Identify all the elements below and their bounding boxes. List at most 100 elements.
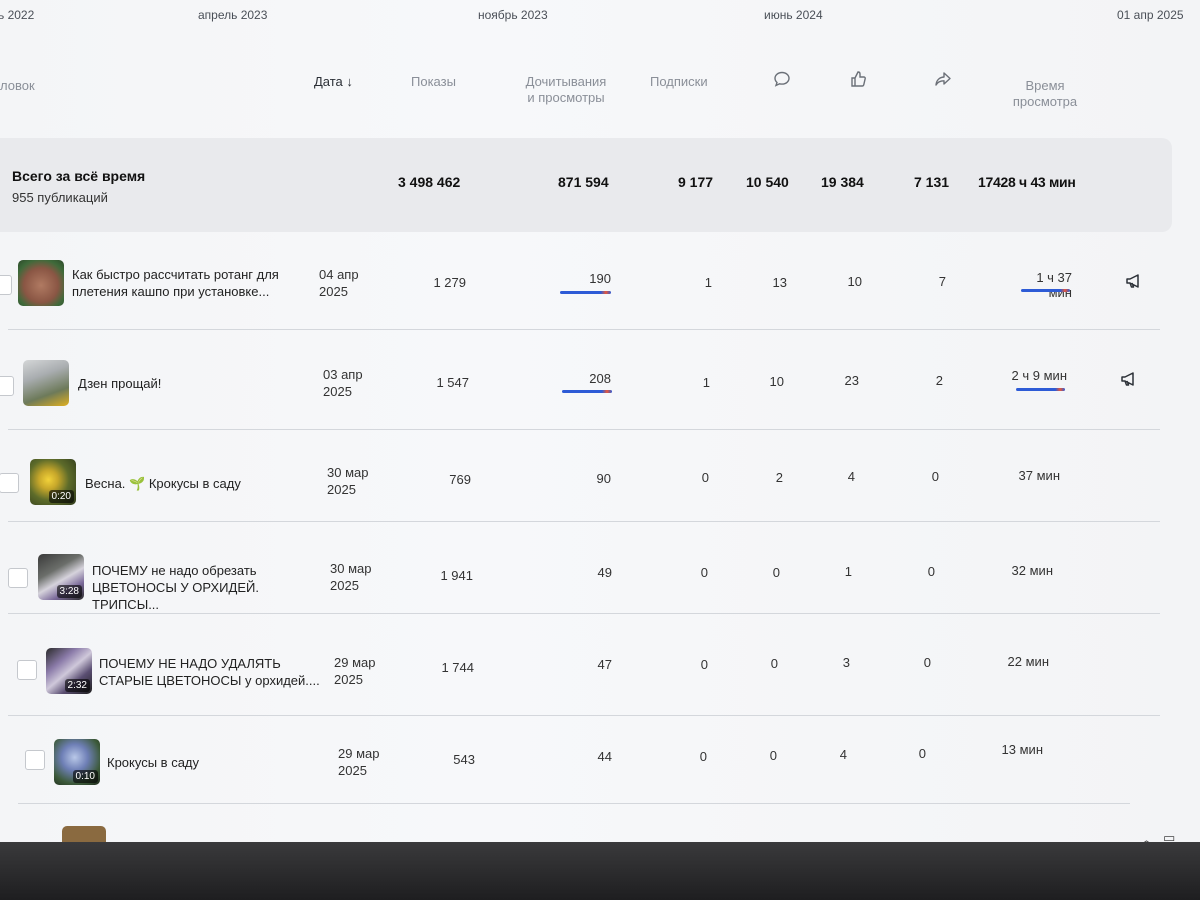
row-comments: 0 <box>770 656 778 671</box>
row-checkbox[interactable] <box>17 660 37 680</box>
row-comments: 0 <box>772 565 780 580</box>
share-arrow-icon <box>935 72 951 86</box>
row-shares: 0 <box>918 746 926 761</box>
totals-subscriptions: 9 177 <box>678 174 714 190</box>
row-divider <box>8 613 1160 614</box>
row-divider <box>18 803 1130 804</box>
table-row[interactable]: Как быстро рассчитать ротанг для плетени… <box>0 238 1200 334</box>
row-subscriptions: 0 <box>700 657 708 672</box>
timeline-end-label: 01 апр 2025 <box>1117 8 1184 22</box>
header-impressions[interactable]: Показы <box>411 74 456 90</box>
row-date: 04 апр 2025 <box>319 267 359 299</box>
thumbnail-partial[interactable] <box>62 826 106 842</box>
row-shares: 7 <box>938 274 946 289</box>
row-title[interactable]: Весна. 🌱 Крокусы в саду <box>85 475 315 492</box>
row-title[interactable]: Дзен прощай! <box>78 375 308 392</box>
row-date: 30 мар 2025 <box>327 465 369 497</box>
table-row[interactable]: 3:28 ПОЧЕМУ не надо обрезать ЦВЕТОНОСЫ У… <box>0 526 1200 622</box>
row-impressions: 769 <box>449 472 471 487</box>
promote-megaphone-icon[interactable] <box>1125 273 1143 289</box>
header-title[interactable]: ловок <box>0 78 35 94</box>
row-date: 29 мар 2025 <box>334 655 376 687</box>
promote-megaphone-icon[interactable] <box>1120 371 1138 387</box>
thumbnail-net[interactable] <box>23 360 69 406</box>
row-subscriptions: 1 <box>702 375 710 390</box>
video-duration: 3:28 <box>56 585 82 598</box>
header-subscriptions[interactable]: Подписки <box>650 74 708 90</box>
row-checkbox[interactable] <box>8 568 28 588</box>
timeline-label: июнь 2024 <box>764 8 823 22</box>
watch-time-bar <box>1016 388 1065 391</box>
stats-screen: ь 2022 апрель 2023 ноябрь 2023 июнь 2024… <box>0 0 1200 842</box>
row-title[interactable]: Как быстро рассчитать ротанг для плетени… <box>72 266 302 300</box>
row-shares: 2 <box>935 373 943 388</box>
row-date: 03 апр 2025 <box>323 367 363 399</box>
totals-shares: 7 131 <box>914 174 950 190</box>
row-checkbox[interactable] <box>0 473 19 493</box>
thumbnail-orchid[interactable]: 3:28 <box>38 554 84 600</box>
totals-likes: 19 384 <box>821 174 864 190</box>
row-title[interactable]: Крокусы в саду <box>107 754 337 771</box>
row-subscriptions: 1 <box>704 275 712 290</box>
thumbnail-crocus[interactable]: 0:20 <box>30 459 76 505</box>
header-watch-time[interactable]: Время просмотра <box>1005 78 1085 110</box>
row-divider <box>8 429 1160 430</box>
header-reads[interactable]: Дочитывания и просмотры <box>516 74 616 106</box>
totals-publications: 955 публикаций <box>12 190 108 205</box>
header-date[interactable]: Дата ↓ <box>314 74 353 90</box>
table-row[interactable]: 2:32 ПОЧЕМУ НЕ НАДО УДАЛЯТЬ СТАРЫЕ ЦВЕТО… <box>0 620 1200 716</box>
row-impressions: 1 744 <box>441 660 474 675</box>
row-reads: 90 <box>596 471 611 486</box>
row-watch-time: 2 ч 9 мин <box>1011 368 1067 383</box>
thumbs-up-icon <box>851 71 866 87</box>
row-shares: 0 <box>927 564 935 579</box>
row-shares: 0 <box>923 655 931 670</box>
thumbnail-crocus[interactable]: 0:10 <box>54 739 100 785</box>
timeline-label: ноябрь 2023 <box>478 8 548 22</box>
thumbnail-orchid[interactable]: 2:32 <box>46 648 92 694</box>
row-impressions: 1 279 <box>433 275 466 290</box>
timeline-label: апрель 2023 <box>198 8 268 22</box>
table-row[interactable]: 0:20 Весна. 🌱 Крокусы в саду 30 мар 2025… <box>0 432 1200 528</box>
totals-summary: Всего за всё время 955 публикаций 3 498 … <box>0 138 1172 232</box>
row-watch-time: 32 мин <box>1011 563 1053 578</box>
row-checkbox[interactable] <box>0 275 12 295</box>
sort-arrow-down-icon: ↓ <box>346 74 353 89</box>
reads-bar <box>560 291 611 294</box>
row-reads: 47 <box>597 657 612 672</box>
row-comments: 0 <box>769 748 777 763</box>
row-checkbox[interactable] <box>0 376 14 396</box>
row-reads: 208 <box>589 371 611 386</box>
video-duration: 2:32 <box>64 679 90 692</box>
timeline-axis: ь 2022 апрель 2023 ноябрь 2023 июнь 2024… <box>0 8 1200 28</box>
table-row[interactable]: 0:10 Крокусы в саду 29 мар 2025 543 44 0… <box>0 714 1200 810</box>
row-likes: 23 <box>844 373 859 388</box>
row-reads: 49 <box>597 565 612 580</box>
row-impressions: 1 941 <box>440 568 473 583</box>
row-shares: 0 <box>931 469 939 484</box>
header-comments[interactable] <box>773 70 791 88</box>
row-comments: 13 <box>772 275 787 290</box>
row-subscriptions: 0 <box>699 749 707 764</box>
totals-impressions: 3 498 462 <box>398 174 461 190</box>
row-reads: 44 <box>597 749 612 764</box>
totals-title: Всего за всё время <box>12 168 146 184</box>
row-date: 29 мар 2025 <box>338 746 380 778</box>
row-likes: 3 <box>842 655 850 670</box>
totals-watch-time: 17428 ч 43 мин <box>978 174 1076 190</box>
header-shares[interactable] <box>934 70 952 88</box>
table-row[interactable]: Дзен прощай! 03 апр 2025 1 547 208 1 10 … <box>0 338 1200 434</box>
row-likes: 4 <box>839 747 847 762</box>
totals-comments: 10 540 <box>746 174 789 190</box>
row-likes: 1 <box>844 564 852 579</box>
row-title[interactable]: ПОЧЕМУ НЕ НАДО УДАЛЯТЬ СТАРЫЕ ЦВЕТОНОСЫ … <box>99 655 329 689</box>
thumbnail-basket[interactable] <box>18 260 64 306</box>
row-divider <box>8 329 1160 330</box>
header-likes[interactable] <box>849 70 867 88</box>
watch-time-bar <box>1021 289 1070 292</box>
row-checkbox[interactable] <box>25 750 45 770</box>
row-impressions: 543 <box>453 752 475 767</box>
row-title[interactable]: ПОЧЕМУ не надо обрезать ЦВЕТОНОСЫ У ОРХИ… <box>92 562 322 613</box>
video-duration: 0:20 <box>48 490 74 503</box>
row-subscriptions: 0 <box>700 565 708 580</box>
